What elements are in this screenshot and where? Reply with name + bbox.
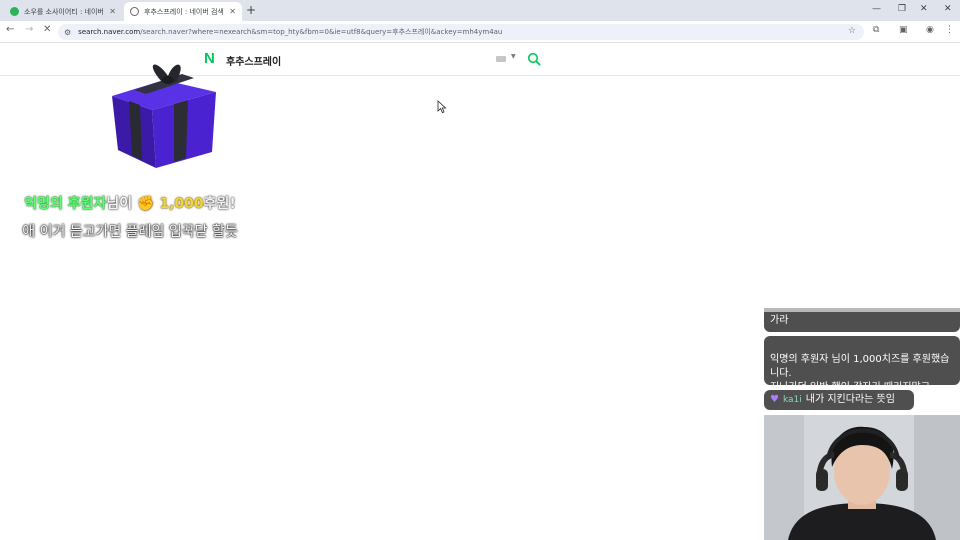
menu-kebab-icon[interactable]: ⋮ [945, 25, 954, 35]
chat-message: ♥ ka1i 내가 지킨다라는 뜻임 [764, 390, 914, 410]
extensions-icon[interactable]: ⧉ [873, 25, 879, 35]
mouse-cursor-icon [437, 100, 447, 114]
window-close-button[interactable]: ✕ [944, 4, 952, 14]
naver-favicon-icon [130, 7, 139, 16]
tab-title: 소우를 소사이어티 : 네이버 카 [24, 7, 106, 16]
browser-toolbar: ← → ✕ ⚙ search.naver.com/search.naver?wh… [0, 21, 960, 43]
stop-loading-icon[interactable]: ✕ [43, 24, 51, 35]
gift-box-icon [112, 64, 216, 168]
coin-hand-icon: ✊ [137, 196, 155, 212]
close-tab-icon[interactable]: ✕ [229, 7, 236, 16]
window-close-icon[interactable]: ✕ [920, 4, 928, 14]
heart-icon: ♥ [770, 394, 779, 405]
url-host: search.naver.com [78, 28, 141, 36]
browser-tab-strip: 소우를 소사이어티 : 네이버 카 ✕ 후추스프레이 : 네이버 검색 ✕ + … [0, 0, 960, 21]
forward-arrow-icon[interactable]: → [25, 24, 33, 35]
streamer-webcam-image [764, 415, 960, 540]
address-bar[interactable]: ⚙ search.naver.com/search.naver?where=ne… [58, 24, 864, 40]
donation-text-end: 후원! [203, 196, 236, 212]
side-panel-icon[interactable]: ▣ [899, 25, 908, 35]
donation-text: 님이 [106, 196, 133, 212]
tab-inactive[interactable]: 소우를 소사이어티 : 네이버 카 ✕ [4, 2, 122, 21]
donation-alert: 익명의 후원자님이 ✊ 1,000후원! [0, 193, 260, 213]
chat-text: 가라 [770, 315, 789, 326]
bookmark-star-icon[interactable]: ☆ [848, 26, 856, 36]
search-query-text[interactable]: 후추스프레이 [226, 53, 281, 68]
profile-icon[interactable]: ◉ [926, 25, 934, 35]
screen: 소우를 소사이어티 : 네이버 카 ✕ 후추스프레이 : 네이버 검색 ✕ + … [0, 0, 960, 540]
chat-message-cutoff [764, 308, 960, 312]
new-tab-button[interactable]: + [246, 3, 256, 17]
donor-name: 익명의 후원자 [24, 196, 107, 212]
url-text[interactable]: search.naver.com/search.naver?where=nexe… [78, 27, 502, 37]
donation-message: 애 이거 듣고가면 플레임 입꾹닫 할듯 [22, 224, 238, 240]
chat-text: 내가 지킨다라는 뜻임 [805, 394, 895, 405]
site-info-icon[interactable]: ⚙ [64, 28, 71, 37]
back-arrow-icon[interactable]: ← [6, 24, 14, 35]
restore-icon[interactable]: ❐ [898, 4, 906, 14]
chevron-down-icon[interactable]: ▼ [511, 53, 516, 60]
cafe-favicon-icon [10, 7, 19, 16]
tab-title: 후추스프레이 : 네이버 검색 [144, 7, 224, 16]
tab-active[interactable]: 후추스프레이 : 네이버 검색 ✕ [124, 2, 242, 21]
search-icon[interactable] [527, 52, 541, 66]
keyboard-icon[interactable] [496, 56, 506, 62]
chat-nickname: ka1i [782, 395, 802, 405]
donation-amount: 1,000 [159, 196, 204, 212]
close-tab-icon[interactable]: ✕ [109, 7, 116, 16]
webcam-feed [764, 415, 960, 540]
url-path: /search.naver?where=nexearch&sm=top_hty&… [140, 28, 503, 36]
minimize-icon[interactable]: — [872, 4, 881, 14]
chat-message-donation: 익명의 후원자 님이 1,000치즈를 후원했습니다. 지나가던 일반 행인 갑… [764, 336, 960, 393]
chat-text: 익명의 후원자 님이 1,000치즈를 후원했습니다. 지나가던 일반 행인 갑… [770, 354, 950, 393]
